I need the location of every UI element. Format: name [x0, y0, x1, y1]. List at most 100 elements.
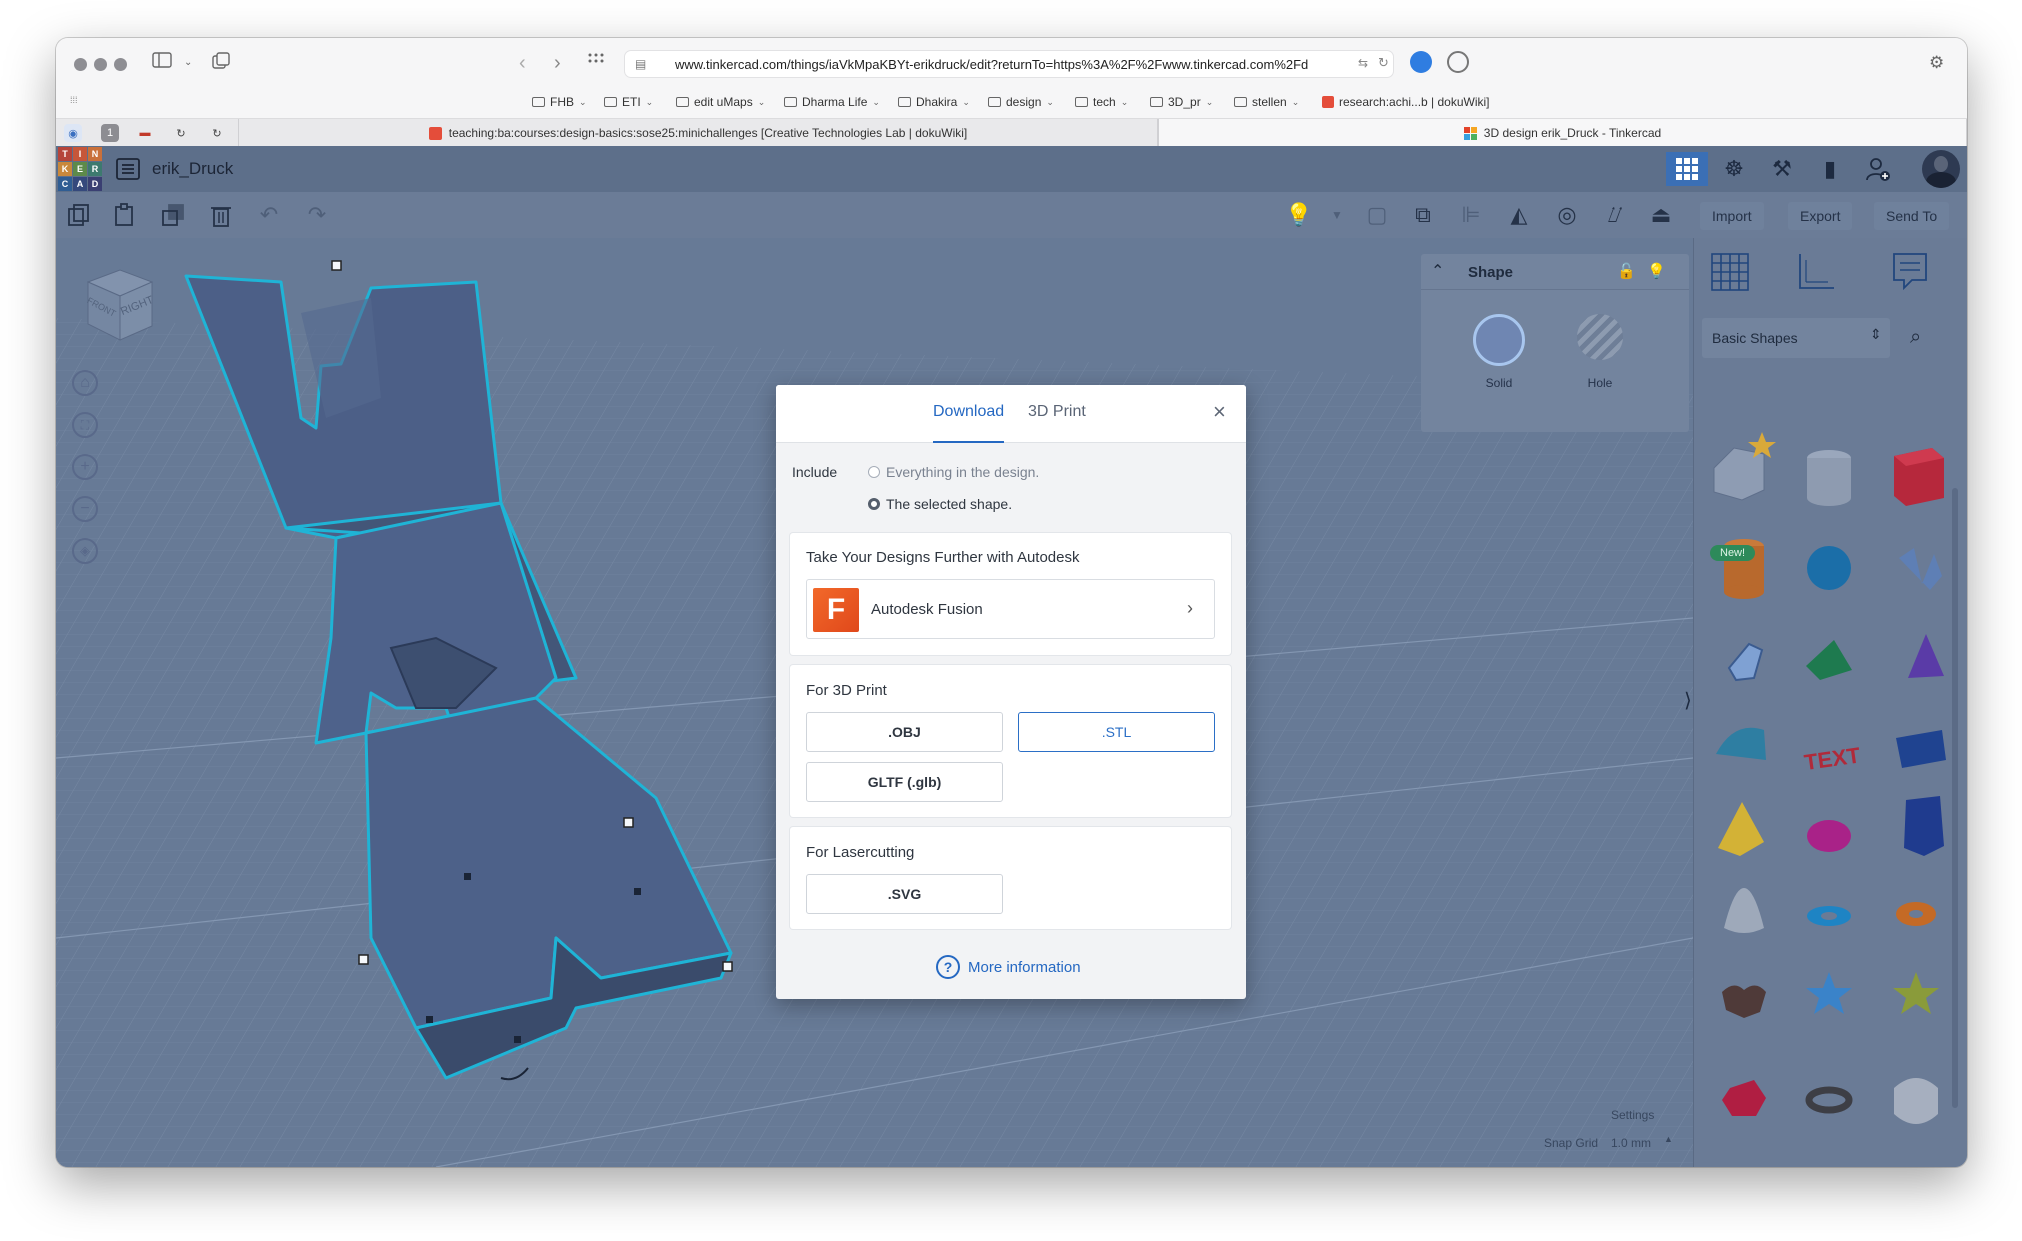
avatar[interactable] [1922, 150, 1960, 188]
shape-category-select[interactable]: Basic Shapes ⇕ [1702, 318, 1890, 358]
apps-grid-icon[interactable] [588, 52, 604, 75]
bookmark-3d-pr[interactable]: 3D_pr ⌄ [1150, 95, 1213, 109]
more-information-link[interactable]: ? More information [936, 955, 1081, 979]
autodesk-fusion-link[interactable]: F Autodesk Fusion › [806, 579, 1215, 639]
duplicate-icon[interactable] [158, 200, 188, 230]
zoom-in-icon[interactable]: + [72, 454, 98, 480]
tab-download[interactable]: Download [933, 403, 1005, 443]
notes-icon[interactable] [1890, 250, 1930, 299]
panel-collapse-icon[interactable]: ⟩ [1684, 688, 1692, 713]
bookmark-fhb[interactable]: FHB ⌄ [532, 95, 587, 109]
pinned-tab-refresh-icon[interactable]: ↻ [172, 124, 190, 142]
delete-icon[interactable] [206, 200, 236, 230]
chevron-down-icon[interactable]: ▼ [1322, 200, 1352, 230]
bookmark-tech[interactable]: tech ⌄ [1075, 95, 1128, 109]
bookmark-label: ETI [622, 95, 641, 109]
undo-icon[interactable]: ↶ [254, 200, 284, 230]
tab-dokuwiki[interactable]: teaching:ba:courses:design-basics:sose25… [238, 119, 1158, 147]
ruler-icon[interactable]: ⌰ [1600, 200, 1630, 230]
design-list-icon[interactable] [116, 158, 140, 185]
library-scrollbar[interactable] [1952, 488, 1958, 1108]
bookmark-research[interactable]: research:achi...b | dokuWiki] [1322, 95, 1490, 109]
translate-icon[interactable]: ⇆ [1358, 56, 1368, 70]
minimize-window-icon[interactable] [94, 58, 107, 71]
radio-everything-label[interactable]: Everything in the design. [886, 464, 1039, 480]
ruler-tool-icon[interactable] [1794, 250, 1838, 299]
align-icon[interactable]: ⊫ [1456, 200, 1486, 230]
design-title[interactable]: erik_Druck [152, 159, 233, 179]
bookmark-label: tech [1093, 95, 1116, 109]
note-icon[interactable]: ▢ [1362, 200, 1392, 230]
bookmark-edit-umaps[interactable]: edit uMaps ⌄ [676, 95, 765, 109]
sim-lab-icon[interactable]: ⚒ [1761, 152, 1803, 186]
chevron-down-icon[interactable]: ⌄ [184, 52, 192, 74]
bulb-icon[interactable]: 💡 [1647, 262, 1666, 280]
password-extension-icon[interactable] [1447, 51, 1469, 73]
forward-icon[interactable]: › [554, 52, 561, 74]
copy-icon[interactable] [64, 200, 94, 230]
pinned-tab-icon[interactable]: ◉ [64, 124, 82, 142]
bookmark-dharma-life[interactable]: Dharma Life ⌄ [784, 95, 880, 109]
stl-button[interactable]: .STL [1018, 712, 1215, 752]
url-text[interactable]: www.tinkercad.com/things/iaVkMpaKBYt-eri… [675, 57, 1355, 72]
workplane-icon[interactable]: ⏏ [1646, 200, 1676, 230]
radio-everything[interactable] [868, 466, 880, 478]
snap-grid-value[interactable]: 1.0 mm [1611, 1136, 1651, 1150]
group-icon[interactable]: ⧉ [1408, 200, 1438, 230]
lightbulb-icon[interactable]: 💡 [1284, 200, 1314, 230]
fit-view-icon[interactable]: ⛶ [72, 412, 98, 438]
lock-icon[interactable]: 🔓 [1617, 262, 1636, 280]
bookmark-eti[interactable]: ETI ⌄ [604, 95, 653, 109]
hole-swatch[interactable] [1577, 314, 1623, 360]
grid-view-icon[interactable] [1708, 250, 1752, 299]
radio-selected-label[interactable]: The selected shape. [886, 496, 1012, 512]
selected-3d-model[interactable] [156, 238, 856, 1167]
back-icon[interactable]: ‹ [519, 52, 526, 74]
mirror-icon[interactable]: ◭ [1504, 200, 1534, 230]
bookmark-stellen[interactable]: stellen ⌄ [1234, 95, 1299, 109]
extension-shield-icon[interactable] [1410, 51, 1432, 73]
pinned-tab-flag-icon[interactable]: ▬ [136, 124, 154, 142]
obj-button[interactable]: .OBJ [806, 712, 1003, 752]
bookmark-dhakira[interactable]: Dhakira ⌄ [898, 95, 970, 109]
bricks-icon[interactable]: ▮ [1809, 152, 1851, 186]
tinkercad-logo[interactable]: T I N K E R C A D [58, 147, 102, 191]
pinned-tab-refresh-icon[interactable]: ↻ [208, 124, 226, 142]
gear-icon[interactable]: ⚙ [1929, 52, 1944, 74]
bookmark-label: Dhakira [916, 95, 958, 109]
reload-icon[interactable]: ↻ [1378, 55, 1389, 71]
paste-icon[interactable] [110, 200, 140, 230]
radio-selected-shape[interactable] [868, 498, 880, 510]
collapse-icon[interactable]: ⌃ [1431, 261, 1444, 281]
search-icon[interactable]: ⌕ [1910, 326, 1921, 349]
page-settings-icon[interactable]: ▤ [635, 57, 646, 71]
solid-color-swatch[interactable] [1473, 314, 1525, 366]
tab-tinkercad[interactable]: 3D design erik_Druck - Tinkercad [1158, 119, 1967, 147]
view-cube[interactable]: FRONT RIGHT [80, 262, 160, 353]
address-bar[interactable]: ▤ www.tinkercad.com/things/iaVkMpaKBYt-e… [624, 50, 1394, 78]
zoom-window-icon[interactable] [114, 58, 127, 71]
3d-view-grid-icon[interactable] [1666, 152, 1708, 186]
sidebar-toggle-icon[interactable] [152, 52, 172, 75]
cruise-icon[interactable]: ◎ [1552, 200, 1582, 230]
codeblocks-icon[interactable]: ☸ [1713, 152, 1755, 186]
export-button[interactable]: Export [1788, 202, 1853, 230]
bookmark-design[interactable]: design ⌄ [988, 95, 1054, 109]
svg-button[interactable]: .SVG [806, 874, 1003, 914]
pinned-tab-count[interactable]: 1 [101, 124, 119, 142]
tab-3d-print[interactable]: 3D Print [1028, 403, 1086, 443]
home-view-icon[interactable]: ⌂ [72, 370, 98, 396]
send-to-button[interactable]: Send To [1874, 202, 1950, 230]
tab-overview-icon[interactable] [212, 52, 230, 77]
close-icon[interactable]: × [1213, 401, 1226, 423]
settings-link[interactable]: Settings [1611, 1108, 1654, 1122]
snap-grid-arrow-icon[interactable]: ▲ [1664, 1134, 1673, 1144]
import-button[interactable]: Import [1700, 202, 1764, 230]
perspective-icon[interactable]: ◈ [72, 538, 98, 564]
gltf-button[interactable]: GLTF (.glb) [806, 762, 1003, 802]
shape-box-striped[interactable] [1713, 447, 1765, 501]
add-user-icon[interactable] [1857, 152, 1899, 186]
close-window-icon[interactable] [74, 58, 87, 71]
zoom-out-icon[interactable]: − [72, 496, 98, 522]
redo-icon[interactable]: ↷ [302, 200, 332, 230]
